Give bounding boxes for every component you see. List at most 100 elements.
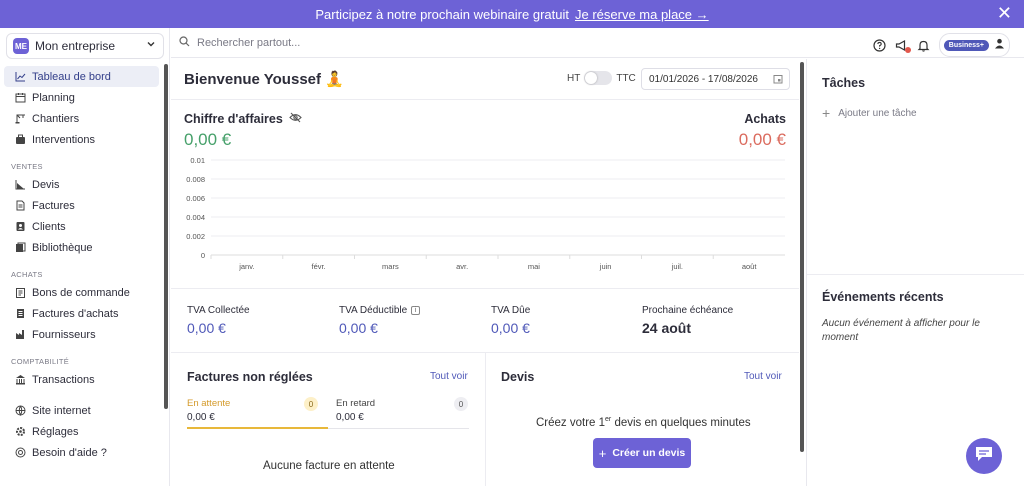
revenue-label: Chiffre d'affaires <box>184 112 302 126</box>
x-tick-label: juil. <box>671 262 683 271</box>
user-icon <box>994 36 1005 54</box>
x-tick-label: avr. <box>456 262 468 271</box>
quotes-empty-text: Créez votre 1er devis en quelques minute… <box>536 416 751 429</box>
library-icon <box>14 242 26 254</box>
sidebar-item-planning[interactable]: Planning <box>4 87 159 108</box>
sidebar-item-label: Réglages <box>32 425 79 438</box>
sidebar-item-label: Planning <box>32 91 75 104</box>
welcome-title: Bienvenue Youssef 🧘 <box>184 71 344 88</box>
company-selector[interactable]: ME Mon entreprise <box>6 33 164 59</box>
megaphone-icon[interactable] <box>895 38 911 53</box>
kpi-label: TVA Dûe <box>491 305 531 316</box>
tab-en-retard[interactable]: En retard 0,00 € <box>336 398 375 423</box>
help-icon <box>14 447 26 459</box>
tab-label: En attente <box>187 398 231 409</box>
quotes-empty-pre: Créez votre 1 <box>536 416 606 429</box>
kpi-label: TVA Collectée <box>187 305 250 316</box>
document-icon <box>14 200 26 212</box>
right-panel: Tâches + Ajouter une tâche Événements ré… <box>806 59 1024 486</box>
sidebar-item-factures-achats[interactable]: Factures d'achats <box>4 303 159 324</box>
sidebar-item-label: Transactions <box>32 373 95 386</box>
sidebar-item-devis[interactable]: Devis <box>4 174 159 195</box>
sidebar-scrollbar[interactable] <box>164 64 168 409</box>
receipt-icon <box>14 308 26 320</box>
tab-label: En retard <box>336 398 376 409</box>
sidebar-item-reglages[interactable]: Réglages <box>4 421 159 442</box>
y-tick-label: 0.006 <box>186 194 205 203</box>
quotes-title: Devis <box>501 370 535 384</box>
kpi-prochaine-echeance: Prochaine échéance 24 août <box>642 305 733 336</box>
sidebar-item-factures[interactable]: Factures <box>4 195 159 216</box>
add-task-button[interactable]: + Ajouter une tâche <box>822 105 917 121</box>
invoices-see-all-link[interactable]: Tout voir <box>430 371 468 382</box>
globe-icon <box>14 405 26 417</box>
toggle-switch[interactable] <box>584 71 613 85</box>
topbar: Rechercher partout... Business+ <box>171 28 1024 58</box>
revenue-label-text: Chiffre d'affaires <box>184 112 283 126</box>
quotes-see-all-link[interactable]: Tout voir <box>744 371 782 382</box>
sidebar-nav: Tableau de bord Planning Chantiers Inter… <box>0 66 163 463</box>
dashboard-main: Bienvenue Youssef 🧘 HT TTC 01/01/2026 - … <box>171 59 799 486</box>
sidebar-item-clients[interactable]: Clients <box>4 216 159 237</box>
briefcase-icon <box>14 134 26 146</box>
sidebar-item-site-internet[interactable]: Site internet <box>4 400 159 421</box>
invoices-title: Factures non réglées <box>187 370 313 384</box>
kpi-row: TVA Collectée 0,00 € TVA Déductible i 0,… <box>171 289 799 349</box>
calendar-icon <box>773 74 783 87</box>
notification-dot <box>904 47 911 53</box>
purchases-value: 0,00 € <box>738 130 786 149</box>
search-icon <box>179 35 190 50</box>
plus-icon: + <box>822 105 831 121</box>
sidebar-item-chantiers[interactable]: Chantiers <box>4 108 159 129</box>
sidebar: ME Mon entreprise Tableau de bord Planni… <box>0 28 170 486</box>
chevron-down-icon <box>146 39 156 52</box>
x-tick-label: juin <box>599 262 612 271</box>
quotes-empty-post: devis en quelques minutes <box>611 416 751 429</box>
late-count-badge: 0 <box>454 397 468 411</box>
kpi-tva-deductible: TVA Déductible i 0,00 € <box>339 305 421 336</box>
sidebar-item-fournisseurs[interactable]: Fournisseurs <box>4 324 159 345</box>
y-tick-label: 0.004 <box>186 213 205 222</box>
help-circle-icon[interactable] <box>873 38 887 52</box>
events-title: Événements récents <box>822 290 944 304</box>
tab-value: 0,00 € <box>187 412 215 423</box>
section-ventes: VENTES <box>11 162 43 171</box>
create-quote-button[interactable]: + Créer un devis <box>593 438 691 468</box>
crane-icon <box>14 113 26 125</box>
divider <box>171 99 799 100</box>
close-icon[interactable]: ✕ <box>997 4 1012 22</box>
sidebar-item-transactions[interactable]: Transactions <box>4 369 159 390</box>
plan-badge: Business+ <box>943 39 989 51</box>
sidebar-item-bibliotheque[interactable]: Bibliothèque <box>4 237 159 258</box>
purchases-label: Achats <box>744 112 786 126</box>
date-range-value: 01/01/2026 - 17/08/2026 <box>649 73 758 85</box>
tab-en-attente[interactable]: En attente 0,00 € <box>187 398 230 423</box>
eye-off-icon[interactable] <box>289 112 302 126</box>
x-tick-label: mars <box>382 262 399 271</box>
banner-cta-link[interactable]: Je réserve ma place → <box>575 7 709 22</box>
bank-icon <box>14 374 26 386</box>
chart-line-icon <box>14 71 26 83</box>
ht-ttc-toggle[interactable]: HT TTC <box>567 71 636 85</box>
revenue-value: 0,00 € <box>184 130 232 149</box>
divider <box>485 352 486 486</box>
bell-icon[interactable] <box>917 38 931 52</box>
date-range-picker[interactable]: 01/01/2026 - 17/08/2026 <box>641 68 790 90</box>
toggle-label-ht: HT <box>567 72 581 84</box>
sidebar-item-label: Chantiers <box>32 112 80 125</box>
sidebar-item-interventions[interactable]: Interventions <box>4 129 159 150</box>
gear-icon <box>14 426 26 438</box>
info-icon[interactable]: i <box>411 306 421 315</box>
kpi-value: 0,00 € <box>491 320 530 336</box>
sidebar-item-label: Site internet <box>32 404 91 417</box>
main-scrollbar[interactable] <box>800 62 804 452</box>
x-tick-label: janv. <box>238 262 254 271</box>
search-input[interactable]: Rechercher partout... <box>179 35 300 50</box>
account-menu[interactable]: Business+ <box>938 33 1010 57</box>
sidebar-item-bons-de-commande[interactable]: Bons de commande <box>4 282 159 303</box>
chat-button[interactable] <box>966 438 1002 474</box>
sidebar-item-aide[interactable]: Besoin d'aide ? <box>4 442 159 463</box>
factory-icon <box>14 329 26 341</box>
sidebar-item-tableau-de-bord[interactable]: Tableau de bord <box>4 66 159 87</box>
banner-text: Participez à notre prochain webinaire gr… <box>315 6 569 22</box>
